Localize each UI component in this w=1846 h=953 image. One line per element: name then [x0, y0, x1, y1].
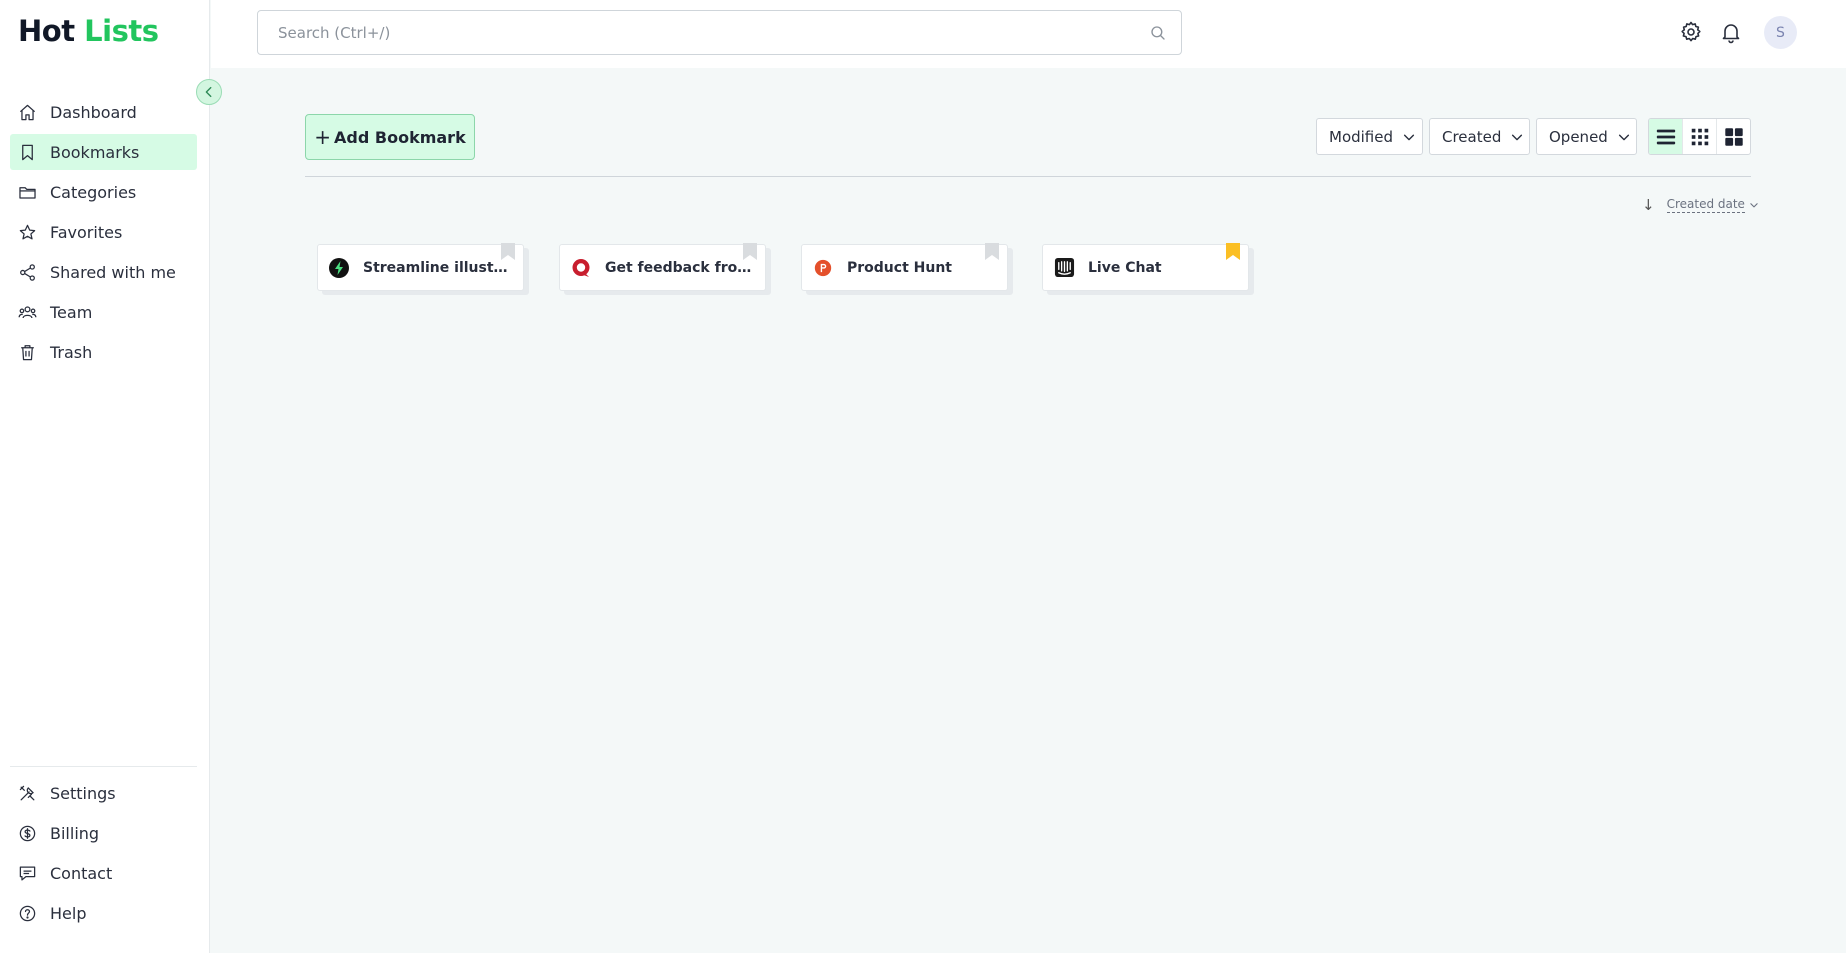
search-input[interactable]	[258, 11, 1181, 54]
favorite-bookmark-icon[interactable]	[1226, 243, 1240, 260]
bolt-circle-icon	[328, 257, 350, 279]
sidebar-item-label: Shared with me	[50, 262, 176, 282]
dollar-icon	[19, 825, 36, 841]
sidebar-item-label: Favorites	[50, 222, 123, 242]
settings-gear-icon[interactable]	[1679, 20, 1703, 44]
search-box	[257, 10, 1182, 55]
sidebar-item-billing[interactable]: Billing	[10, 815, 197, 851]
dropdown-label: Modified	[1329, 127, 1394, 146]
sidebar-item-help[interactable]: Help	[10, 895, 197, 931]
sidebar-item-favorites[interactable]: Favorites	[10, 214, 197, 250]
bookmark-card[interactable]: Live Chat	[1042, 243, 1249, 291]
sidebar-item-categories[interactable]: Categories	[10, 174, 197, 210]
home-icon	[19, 104, 36, 120]
sidebar-item-label: Help	[50, 903, 87, 923]
intercom-icon	[1053, 257, 1075, 279]
list-view-icon	[1656, 129, 1675, 144]
chevron-left-icon	[205, 86, 212, 98]
chevron-down-icon	[1750, 203, 1758, 208]
dropdown-label: Opened	[1549, 127, 1608, 146]
sort-control[interactable]: ↓ Created date	[1642, 196, 1759, 214]
app-logo[interactable]: Hot Lists	[18, 14, 159, 48]
sidebar-item-dashboard[interactable]: Dashboard	[10, 94, 197, 130]
help-icon	[19, 905, 36, 921]
search-icon[interactable]	[1149, 24, 1167, 42]
view-mode-toggle	[1648, 118, 1751, 155]
product-hunt-icon	[812, 257, 834, 279]
bookmark-title: Live Chat	[1088, 259, 1162, 276]
notification-bell-icon[interactable]	[1719, 20, 1743, 44]
trash-icon	[21, 344, 34, 360]
bookmark-title: Product Hunt	[847, 259, 952, 276]
sidebar-item-contact[interactable]: Contact	[10, 855, 197, 891]
folder-icon	[19, 186, 36, 199]
team-icon	[18, 305, 37, 318]
sidebar: Hot Lists Dashboard Bookmarks Categories…	[0, 0, 210, 953]
chevron-down-icon	[1512, 134, 1523, 140]
sidebar-bottom-nav: Settings Billing Contact Help	[10, 775, 197, 935]
toolbar-divider	[305, 176, 1751, 177]
sidebar-item-label: Billing	[50, 823, 100, 843]
favorite-bookmark-icon[interactable]	[743, 243, 757, 260]
sidebar-item-team[interactable]: Team	[10, 294, 197, 330]
sidebar-item-trash[interactable]: Trash	[10, 334, 197, 370]
star-icon	[19, 224, 36, 239]
filter-created-dropdown[interactable]: Created	[1429, 118, 1530, 155]
bookmark-title: Streamline illustrati...	[363, 259, 513, 276]
sort-direction-arrow-icon[interactable]: ↓	[1642, 196, 1655, 214]
view-small-grid-button[interactable]	[1683, 119, 1717, 154]
bookmark-card[interactable]: Streamline illustrati...	[317, 243, 524, 291]
sidebar-item-label: Bookmarks	[50, 142, 140, 162]
sidebar-item-label: Dashboard	[50, 102, 137, 122]
sidebar-item-label: Settings	[50, 783, 116, 803]
logo-text-lists: Lists	[84, 14, 159, 48]
add-bookmark-label: Add Bookmark	[334, 127, 466, 147]
small-grid-icon	[1691, 128, 1708, 145]
filter-opened-dropdown[interactable]: Opened	[1536, 118, 1637, 155]
bookmark-icon	[22, 144, 33, 160]
sidebar-item-label: Categories	[50, 182, 137, 202]
user-avatar[interactable]: S	[1764, 16, 1797, 49]
collapse-sidebar-button[interactable]	[196, 79, 222, 105]
large-grid-icon	[1724, 127, 1743, 146]
sort-field-label[interactable]: Created date	[1666, 197, 1745, 213]
sidebar-nav: Dashboard Bookmarks Categories Favorites…	[10, 94, 197, 374]
sidebar-item-label: Team	[50, 302, 93, 322]
sidebar-divider	[10, 766, 197, 767]
sidebar-item-shared-with-me[interactable]: Shared with me	[10, 254, 197, 290]
share-icon	[20, 263, 35, 281]
top-bar: S	[211, 0, 1846, 68]
sidebar-item-label: Trash	[50, 342, 93, 362]
bookmark-card[interactable]: Get feedback from ...	[559, 243, 766, 291]
chevron-down-icon	[1618, 134, 1629, 140]
add-bookmark-button[interactable]: + Add Bookmark	[305, 114, 475, 160]
view-list-button[interactable]	[1649, 119, 1683, 154]
plus-icon: +	[314, 125, 332, 149]
view-large-grid-button[interactable]	[1717, 119, 1750, 154]
favorite-bookmark-icon[interactable]	[501, 243, 515, 260]
bookmark-title: Get feedback from ...	[605, 259, 755, 276]
tools-icon	[19, 785, 35, 800]
bookmark-card[interactable]: Product Hunt	[801, 243, 1008, 291]
chevron-down-icon	[1403, 134, 1415, 140]
filter-modified-dropdown[interactable]: Modified	[1316, 118, 1423, 155]
favorite-bookmark-icon[interactable]	[985, 243, 999, 260]
sidebar-item-settings[interactable]: Settings	[10, 775, 197, 811]
logo-text-hot: Hot	[18, 14, 75, 48]
sidebar-item-label: Contact	[50, 863, 113, 883]
chat-icon	[19, 866, 36, 880]
red-chat-icon	[570, 257, 592, 279]
dropdown-label: Created	[1442, 127, 1502, 146]
sidebar-item-bookmarks[interactable]: Bookmarks	[10, 134, 197, 170]
